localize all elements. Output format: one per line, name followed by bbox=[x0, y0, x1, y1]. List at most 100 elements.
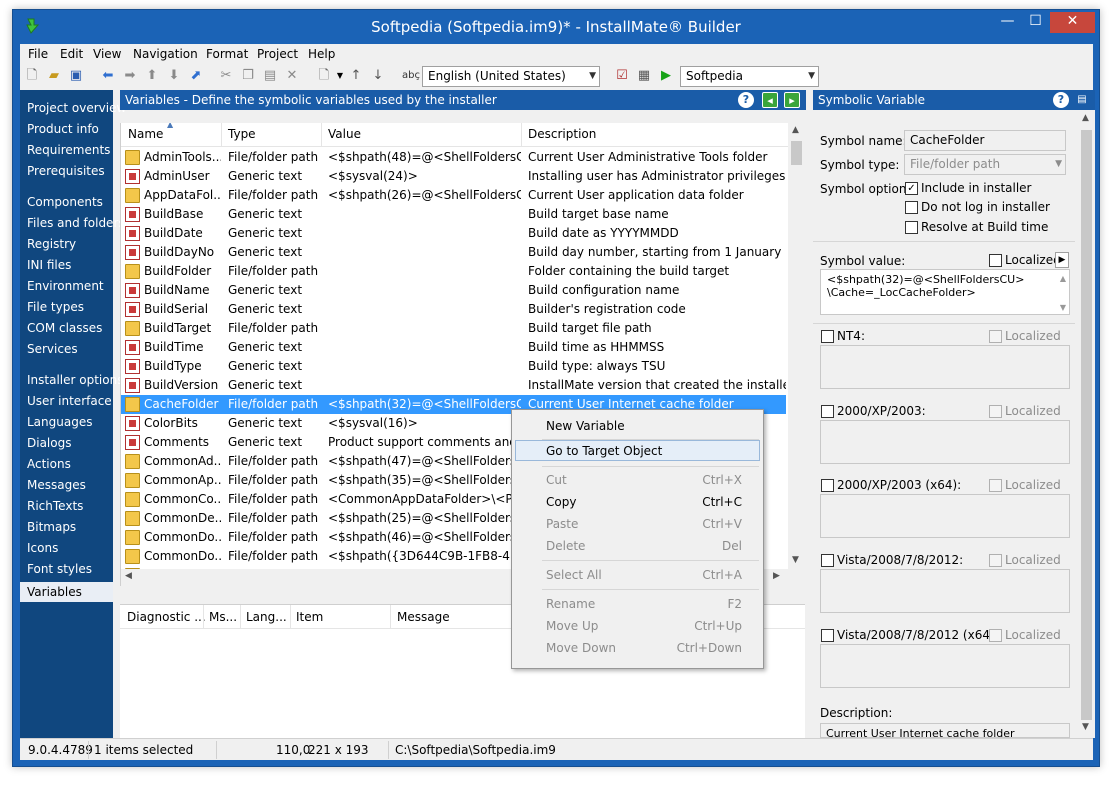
scroll-thumb[interactable] bbox=[791, 141, 802, 165]
menu-edit[interactable]: Edit bbox=[60, 47, 83, 61]
table-row[interactable]: BuildType Generic text Build type: always … bbox=[121, 357, 786, 376]
delete-icon[interactable]: ✕ bbox=[284, 68, 300, 84]
nt4-value-field[interactable] bbox=[820, 345, 1070, 389]
save-icon[interactable]: ▣ bbox=[68, 68, 84, 84]
column-ms[interactable]: Ms... bbox=[209, 610, 237, 624]
xp64-checkbox[interactable] bbox=[821, 479, 834, 492]
nav-user-interface[interactable]: User interface bbox=[27, 394, 112, 408]
column-separator[interactable] bbox=[521, 123, 522, 147]
menu-help[interactable]: Help bbox=[308, 47, 335, 61]
next-pane-icon[interactable]: ▸ bbox=[784, 92, 800, 108]
column-message[interactable]: Message bbox=[397, 610, 450, 624]
nav-components[interactable]: Components bbox=[27, 195, 103, 209]
xp64-value-field[interactable] bbox=[820, 494, 1070, 538]
menu-navigation[interactable]: Navigation bbox=[133, 47, 198, 61]
scroll-down-icon[interactable]: ▼ bbox=[792, 555, 799, 565]
up-icon[interactable]: ⬆ bbox=[144, 68, 160, 84]
symbol-type-combo[interactable]: File/folder path ▼ bbox=[904, 154, 1066, 175]
maximize-button[interactable]: ☐ bbox=[1022, 12, 1049, 33]
sort-down-icon[interactable]: ↓ bbox=[370, 68, 386, 84]
table-row[interactable]: AdminTools... File/folder path <$shpath(48… bbox=[121, 148, 786, 167]
menu-delete[interactable]: Delete Del bbox=[546, 539, 746, 553]
nav-registry[interactable]: Registry bbox=[27, 237, 76, 251]
xp-checkbox[interactable] bbox=[821, 405, 834, 418]
menu-project[interactable]: Project bbox=[257, 47, 298, 61]
nt4-localized-checkbox[interactable] bbox=[989, 330, 1002, 343]
table-row[interactable]: BuildName Generic text Build configuration… bbox=[121, 281, 786, 300]
menu-rename[interactable]: Rename F2 bbox=[546, 597, 746, 611]
nav-files-and-folders[interactable]: Files and folders bbox=[27, 216, 125, 230]
nav-icons[interactable]: Icons bbox=[27, 541, 58, 555]
forward-icon[interactable]: ➡ bbox=[122, 68, 138, 84]
vista64-localized-checkbox[interactable] bbox=[989, 629, 1002, 642]
down-icon[interactable]: ⬇ bbox=[166, 68, 182, 84]
vista64-value-field[interactable] bbox=[820, 644, 1070, 688]
vista64-checkbox[interactable] bbox=[821, 629, 834, 642]
nav-com-classes[interactable]: COM classes bbox=[27, 321, 102, 335]
nav-file-types[interactable]: File types bbox=[27, 300, 84, 314]
scroll-down-icon[interactable]: ▼ bbox=[1082, 722, 1089, 732]
nav-requirements[interactable]: Requirements bbox=[27, 143, 110, 157]
do-not-log-checkbox[interactable] bbox=[905, 201, 918, 214]
help-icon[interactable]: ? bbox=[738, 92, 754, 108]
scroll-left-icon[interactable]: ◀ bbox=[125, 571, 132, 581]
cut-icon[interactable]: ✂ bbox=[218, 68, 234, 84]
back-icon[interactable]: ⬅ bbox=[100, 68, 116, 84]
nav-services[interactable]: Services bbox=[27, 342, 78, 356]
table-row[interactable]: BuildTime Generic text Build time as HHMMS… bbox=[121, 338, 786, 357]
menu-new-variable[interactable]: New Variable bbox=[546, 419, 746, 433]
nav-dialogs[interactable]: Dialogs bbox=[27, 436, 71, 450]
table-row[interactable]: AdminUser Generic text <$sysval(24)> Instal… bbox=[121, 167, 786, 186]
vista-checkbox[interactable] bbox=[821, 554, 834, 567]
grid-icon[interactable]: ▦ bbox=[636, 68, 652, 84]
menu-view[interactable]: View bbox=[93, 47, 121, 61]
nav-richtexts[interactable]: RichTexts bbox=[27, 499, 83, 513]
scroll-thumb[interactable] bbox=[1081, 130, 1092, 720]
scroll-right-icon[interactable]: ▶ bbox=[773, 571, 780, 581]
nav-actions[interactable]: Actions bbox=[27, 457, 71, 471]
column-description[interactable]: Description bbox=[528, 127, 596, 141]
menu-cut[interactable]: Cut Ctrl+X bbox=[546, 473, 746, 487]
nav-font-styles[interactable]: Font styles bbox=[27, 562, 92, 576]
column-value[interactable]: Value bbox=[328, 127, 361, 141]
column-separator[interactable] bbox=[321, 123, 322, 147]
previous-pane-icon[interactable]: ◂ bbox=[762, 92, 778, 108]
nt4-checkbox[interactable] bbox=[821, 330, 834, 343]
property-panel-scrollbar[interactable]: ▲ ▼ bbox=[1078, 110, 1095, 738]
column-diagnostic[interactable]: Diagnostic ... bbox=[127, 610, 206, 624]
symbol-name-field[interactable]: CacheFolder bbox=[904, 130, 1066, 151]
symbol-value-field[interactable]: <$shpath(32)=@<ShellFoldersCU> \Cache=_L… bbox=[820, 269, 1070, 315]
menu-go-to-target-object[interactable]: Go to Target Object bbox=[546, 444, 746, 458]
nav-variables[interactable]: Variables bbox=[20, 582, 113, 602]
table-row[interactable]: AppDataFol... File/folder path <$shpath(26… bbox=[121, 186, 786, 205]
column-lang[interactable]: Lang... bbox=[246, 610, 287, 624]
spell-check-icon[interactable]: abç bbox=[400, 68, 422, 84]
table-row[interactable]: BuildTarget File/folder path Build target … bbox=[121, 319, 786, 338]
column-separator[interactable] bbox=[203, 605, 204, 629]
build-run-icon[interactable]: ▶ bbox=[658, 68, 674, 84]
description-field[interactable]: Current User Internet cache folder bbox=[820, 723, 1070, 738]
new-icon[interactable]: 🗋 bbox=[24, 68, 40, 84]
help-icon[interactable]: ? bbox=[1053, 92, 1069, 108]
xp-localized-checkbox[interactable] bbox=[989, 405, 1002, 418]
scroll-up-icon[interactable]: ▲ bbox=[1060, 274, 1066, 283]
expand-arrow-icon[interactable]: ▶ bbox=[1055, 252, 1069, 268]
table-row[interactable]: BuildDate Generic text Build date as YYYYM… bbox=[121, 224, 786, 243]
column-separator[interactable] bbox=[390, 605, 391, 629]
nav-environment[interactable]: Environment bbox=[27, 279, 104, 293]
column-type[interactable]: Type bbox=[228, 127, 256, 141]
table-row[interactable]: BuildVersion Generic text InstallMate vers… bbox=[121, 376, 786, 395]
open-icon[interactable]: ▰ bbox=[46, 68, 62, 84]
scroll-up-icon[interactable]: ▲ bbox=[1082, 113, 1089, 123]
vista-localized-checkbox[interactable] bbox=[989, 554, 1002, 567]
menu-move-up[interactable]: Move Up Ctrl+Up bbox=[546, 619, 746, 633]
nav-project-overview[interactable]: Project overview bbox=[27, 101, 126, 115]
table-row[interactable]: BuildFolder File/folder path Folder contai… bbox=[121, 262, 786, 281]
column-separator[interactable] bbox=[290, 605, 291, 629]
title-bar[interactable]: Softpedia (Softpedia.im9)* - InstallMate… bbox=[13, 10, 1099, 44]
jump-icon[interactable]: ⬈ bbox=[188, 68, 204, 84]
paste-icon[interactable]: ▤ bbox=[262, 68, 278, 84]
sort-up-icon[interactable]: ↑ bbox=[348, 68, 364, 84]
nav-installer-options[interactable]: Installer options bbox=[27, 373, 123, 387]
vista-value-field[interactable] bbox=[820, 569, 1070, 613]
